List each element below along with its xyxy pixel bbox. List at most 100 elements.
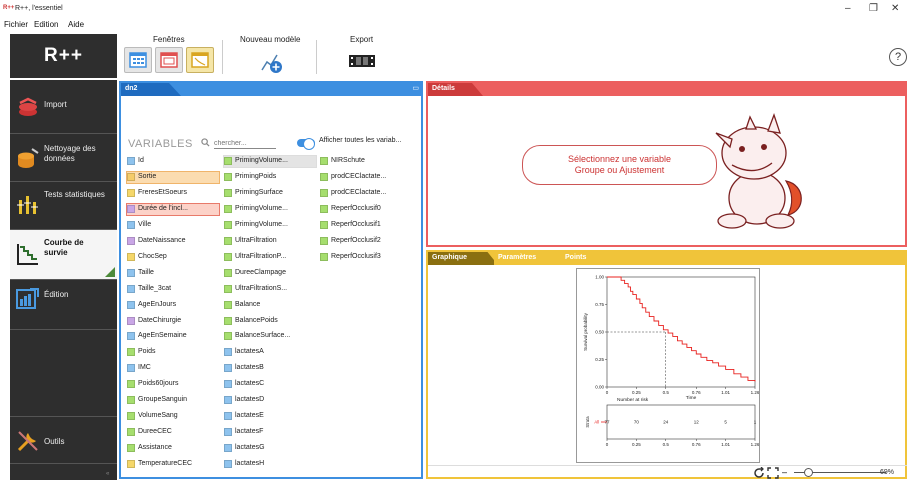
details-tab[interactable]: Détails: [428, 83, 483, 96]
fit-view-icon[interactable]: [767, 467, 779, 479]
variable-item[interactable]: DureeCEC: [127, 427, 219, 438]
variable-item[interactable]: AgeEnSemaine: [127, 331, 219, 342]
variable-item[interactable]: ReperfOcclusif2: [320, 236, 410, 247]
variable-item[interactable]: AgeEnJours: [127, 300, 219, 311]
reset-view-icon[interactable]: [753, 467, 765, 479]
menu-aide[interactable]: Aide: [68, 20, 84, 29]
variable-item[interactable]: lactatesD: [224, 395, 316, 406]
variable-item[interactable]: lactatesC: [224, 379, 316, 390]
variable-item[interactable]: lactatesE: [224, 411, 316, 422]
tab-graphique[interactable]: Graphique: [428, 252, 498, 265]
variable-item[interactable]: UltraFiltrationP...: [224, 252, 316, 263]
menu-edition[interactable]: Edition: [34, 20, 58, 29]
variable-name: PrimingPoids: [235, 172, 277, 180]
risk-table-title: Number at risk: [617, 397, 649, 403]
variable-item[interactable]: lactatesB: [224, 363, 316, 374]
sidebar-item-nettoyage[interactable]: Nettoyage des données: [10, 134, 117, 182]
sidebar-item-edition[interactable]: Édition: [10, 280, 117, 330]
menu-fichier[interactable]: Fichier: [4, 20, 28, 29]
export-button[interactable]: [348, 53, 376, 69]
variable-item[interactable]: NIRSchute: [320, 156, 410, 167]
variable-type-swatch: [224, 188, 232, 197]
film-export-icon: [349, 55, 375, 67]
x-tick-label: 1.01: [721, 390, 730, 395]
variable-name: Sortie: [138, 172, 157, 180]
variable-name: ReperfOcclusif3: [331, 252, 381, 260]
show-all-variables-toggle[interactable]: [297, 138, 315, 150]
variable-item[interactable]: Assistance: [127, 443, 219, 454]
variable-item[interactable]: UltraFiltration: [224, 236, 316, 247]
variable-item[interactable]: TemperatureCEC: [127, 459, 219, 470]
variable-item[interactable]: PrimingVolume...: [224, 220, 316, 231]
variable-item[interactable]: prodCEClactate...: [320, 172, 410, 183]
variable-item[interactable]: ReperfOcclusif0: [320, 204, 410, 215]
variable-item[interactable]: Balance: [224, 300, 316, 311]
variable-item[interactable]: Sortie: [126, 170, 220, 184]
survival-chart: 0.000.250.500.751.000 0.25 0.5 0.76 1.01 1.26…: [583, 275, 760, 448]
minimize-panel-button[interactable]: ▭: [412, 84, 419, 92]
variable-item[interactable]: lactatesF: [224, 427, 316, 438]
maximize-window-button[interactable]: ❐: [869, 3, 878, 14]
variable-item[interactable]: ReperfOcclusif1: [320, 220, 410, 231]
variable-item[interactable]: Poids: [127, 347, 219, 358]
variable-item[interactable]: Id: [127, 156, 219, 167]
variable-item[interactable]: GroupeSanguin: [127, 395, 219, 406]
minimize-window-button[interactable]: –: [845, 3, 851, 14]
variable-item[interactable]: IMC: [127, 363, 219, 374]
variable-type-swatch: [320, 220, 328, 229]
variable-item[interactable]: Poids60jours: [127, 379, 219, 390]
variable-item[interactable]: DureeClampage: [224, 268, 316, 279]
window-data-button[interactable]: [124, 47, 152, 73]
variable-item[interactable]: Taille: [127, 268, 219, 279]
variable-item[interactable]: prodCEClactate...: [320, 188, 410, 199]
variable-item[interactable]: PrimingSurface: [224, 188, 316, 199]
variable-item[interactable]: PrimingVolume...: [223, 155, 317, 168]
variable-item[interactable]: PrimingVolume...: [224, 204, 316, 215]
variable-item[interactable]: Taille_3cat: [127, 284, 219, 295]
variable-item[interactable]: UltraFiltrationS...: [224, 284, 316, 295]
data-panel-header: dn2 ▭: [121, 83, 423, 96]
help-button[interactable]: ?: [889, 48, 907, 66]
variable-name: lactatesA: [235, 348, 264, 356]
variable-name: FreresEtSoeurs: [138, 188, 188, 196]
window-graph-button[interactable]: [186, 47, 214, 73]
variable-item[interactable]: Ville: [127, 220, 219, 231]
sidebar-item-outils[interactable]: Outils: [10, 416, 117, 464]
variable-item[interactable]: lactatesA: [224, 347, 316, 358]
variable-item[interactable]: PrimingPoids: [224, 172, 316, 183]
sidebar-item-courbe-survie[interactable]: Courbe de survie: [10, 230, 117, 280]
tab-points[interactable]: Points: [561, 252, 621, 265]
variable-item[interactable]: FreresEtSoeurs: [127, 188, 219, 199]
variable-item[interactable]: DateNaissance: [127, 236, 219, 247]
sidebar-item-import[interactable]: Import: [10, 80, 117, 134]
tab-parametres[interactable]: Paramètres: [494, 252, 566, 265]
variable-item[interactable]: lactatesH: [224, 459, 316, 470]
variable-item[interactable]: VolumeSang: [127, 411, 219, 422]
new-model-button[interactable]: [258, 50, 284, 74]
variable-name: VolumeSang: [138, 412, 178, 420]
close-window-button[interactable]: ✕: [891, 3, 899, 14]
ribbon-separator: [222, 40, 223, 74]
variable-item[interactable]: lactatesG: [224, 443, 316, 454]
window-details-button[interactable]: [155, 47, 183, 73]
app-logo: R++: [10, 34, 117, 78]
sidebar-item-tests[interactable]: Tests statistiques: [10, 182, 117, 230]
variable-item[interactable]: BalancePoids: [224, 316, 316, 327]
variable-item[interactable]: ReperfOcclusif3: [320, 252, 410, 263]
zoom-out-icon[interactable]: –: [782, 467, 787, 477]
variable-item[interactable]: DateChirurgie: [127, 316, 219, 327]
ribbon-separator: [316, 40, 317, 74]
variable-name: PrimingVolume...: [235, 204, 288, 212]
collapse-sidebar-button[interactable]: «: [106, 471, 109, 477]
variable-item[interactable]: Durée de l'incl...: [126, 202, 220, 216]
y-tick-label: 0.25: [595, 357, 604, 362]
zoom-slider-thumb[interactable]: [804, 468, 813, 477]
variable-type-swatch: [127, 396, 135, 405]
variable-item[interactable]: ChocSep: [127, 252, 219, 263]
variable-item[interactable]: BalanceSurface...: [224, 331, 316, 342]
dataset-tab[interactable]: dn2: [121, 83, 181, 96]
variable-name: Poids60jours: [138, 380, 179, 388]
variable-search-input[interactable]: [214, 138, 276, 149]
variable-type-swatch: [224, 316, 232, 325]
